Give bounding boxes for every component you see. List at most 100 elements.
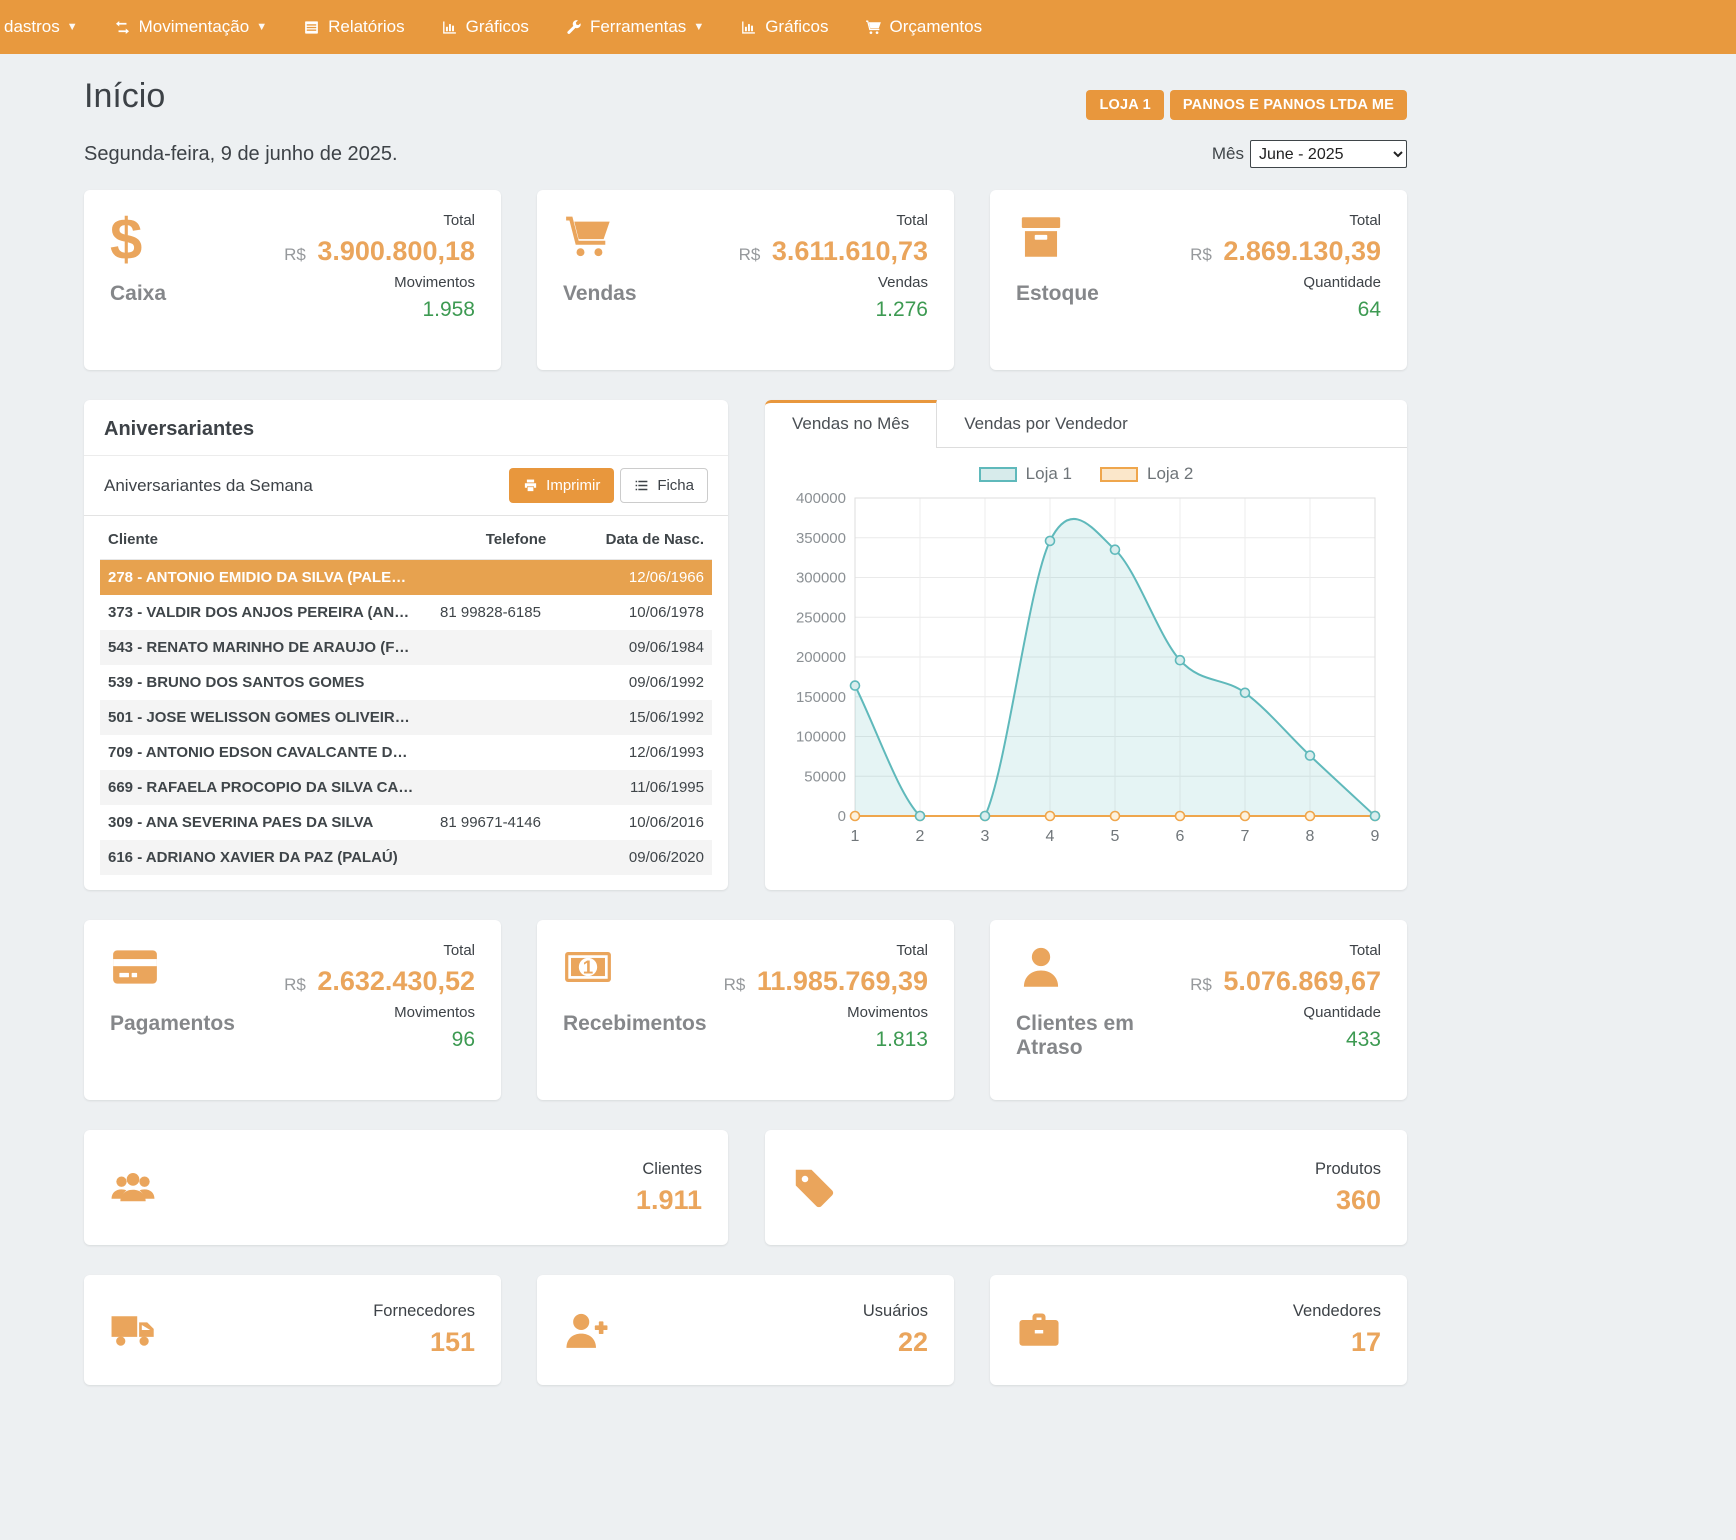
tab-vendas-no-mes[interactable]: Vendas no Mês: [765, 400, 937, 448]
svg-text:5: 5: [1111, 828, 1120, 845]
navbar: dastros▼Movimentação▼RelatóriosGráficosF…: [0, 0, 1736, 54]
cell-cliente: 278 - ANTONIO EMIDIO DA SILVA (PALE…: [108, 569, 440, 586]
count-card-vendedores: Vendedores 17: [990, 1275, 1407, 1385]
user-plus-icon: [563, 1307, 609, 1353]
tab-vendas-por-vendedor[interactable]: Vendas por Vendedor: [937, 400, 1155, 447]
currency-prefix: R$: [739, 245, 761, 264]
header-buttons: LOJA 1 PANNOS E PANNOS LTDA ME: [1086, 90, 1407, 120]
cell-cliente: 501 - JOSE WELISSON GOMES OLIVEIR…: [108, 709, 440, 726]
count-row-small: Fornecedores 151 Usuários 22 Vendedores …: [84, 1275, 1407, 1385]
table-row[interactable]: 373 - VALDIR DOS ANJOS PEREIRA (AN… 81 9…: [100, 595, 712, 630]
stats-row-top: $ Caixa Total R$ 3.900.800,18 Movimentos…: [84, 190, 1407, 370]
table-row[interactable]: 501 - JOSE WELISSON GOMES OLIVEIR… 15/06…: [100, 700, 712, 735]
svg-text:1: 1: [851, 828, 860, 845]
sub-label: Quantidade: [1190, 1004, 1381, 1021]
count-value: 433: [1190, 1028, 1381, 1052]
sub-label: Movimentos: [284, 274, 475, 291]
print-button[interactable]: Imprimir: [509, 468, 614, 503]
table-row[interactable]: 709 - ANTONIO EDSON CAVALCANTE D… 12/06/…: [100, 735, 712, 770]
stat-card-pagamentos: Pagamentos Total R$ 2.632.430,52 Movimen…: [84, 920, 501, 1100]
stat-card-recebimentos: 1 Recebimentos Total R$ 11.985.769,39 Mo…: [537, 920, 954, 1100]
money-bill-icon: 1: [563, 942, 683, 1000]
svg-text:200000: 200000: [796, 649, 846, 666]
count-card-label: Usuários: [863, 1302, 928, 1321]
table-row[interactable]: 539 - BRUNO DOS SANTOS GOMES 09/06/1992: [100, 665, 712, 700]
stat-card-label: Pagamentos: [110, 1012, 230, 1036]
table-row[interactable]: 616 - ADRIANO XAVIER DA PAZ (PALAÚ) 09/0…: [100, 840, 712, 875]
cell-telefone: 81 99828-6185: [440, 604, 592, 621]
cart-icon: [563, 212, 637, 270]
table-row[interactable]: 309 - ANA SEVERINA PAES DA SILVA 81 9967…: [100, 805, 712, 840]
dollar-icon: $: [110, 212, 166, 270]
nav-item-dastros[interactable]: dastros ▼: [0, 0, 96, 54]
sales-panel: Vendas no Mês Vendas por Vendedor Loja 1…: [765, 400, 1407, 890]
print-button-label: Imprimir: [546, 477, 600, 494]
count-card-value: 151: [373, 1327, 475, 1358]
sub-label: Movimentos: [724, 1004, 928, 1021]
cell-cliente: 616 - ADRIANO XAVIER DA PAZ (PALAÚ): [108, 849, 440, 866]
middle-row: Aniversariantes Aniversariantes da Seman…: [84, 400, 1407, 890]
bar-chart-icon: [441, 19, 458, 36]
table-row[interactable]: 543 - RENATO MARINHO DE ARAUJO (F… 09/06…: [100, 630, 712, 665]
sub-label: Vendas: [739, 274, 928, 291]
total-value: R$ 3.611.610,73: [739, 236, 928, 267]
total-value: R$ 11.985.769,39: [724, 966, 928, 997]
count-card-usuarios: Usuários 22: [537, 1275, 954, 1385]
birthdays-subtitle: Aniversariantes da Semana: [104, 476, 313, 496]
navbar-items: dastros▼Movimentação▼RelatóriosGráficosF…: [0, 0, 1000, 54]
birthdays-panel: Aniversariantes Aniversariantes da Seman…: [84, 400, 728, 890]
table-row[interactable]: 278 - ANTONIO EMIDIO DA SILVA (PALE… 12/…: [100, 560, 712, 595]
legend-label: Loja 2: [1147, 464, 1193, 484]
table-header: Cliente Telefone Data de Nasc.: [100, 520, 712, 560]
cell-cliente: 709 - ANTONIO EDSON CAVALCANTE D…: [108, 744, 440, 761]
nav-item-graficos[interactable]: Gráficos: [423, 0, 547, 54]
nav-item-label: Movimentação: [139, 17, 250, 37]
svg-text:1: 1: [583, 956, 593, 977]
nav-item-movimentacao[interactable]: Movimentação ▼: [96, 0, 285, 54]
total-amount: 2.632.430,52: [310, 966, 475, 996]
total-label: Total: [739, 212, 928, 229]
cell-data-nasc: 09/06/2020: [592, 849, 704, 866]
birthdays-toolbar: Aniversariantes da Semana Imprimir Ficha: [84, 456, 728, 516]
cell-data-nasc: 10/06/2016: [592, 814, 704, 831]
nav-item-relatorios[interactable]: Relatórios: [285, 0, 423, 54]
sub-label: Movimentos: [284, 1004, 475, 1021]
month-select[interactable]: June - 2025: [1250, 140, 1407, 168]
chevron-down-icon: ▼: [67, 21, 78, 33]
month-label: Mês: [1212, 144, 1244, 164]
stat-card-label: Caixa: [110, 282, 166, 306]
nav-item-ferramentas[interactable]: Ferramentas▼: [547, 0, 722, 54]
svg-text:7: 7: [1241, 828, 1250, 845]
total-label: Total: [284, 212, 475, 229]
count-card-value: 1.911: [636, 1185, 702, 1216]
currency-prefix: R$: [724, 975, 746, 994]
bar-chart-icon: [740, 19, 757, 36]
page-content: Início LOJA 1 PANNOS E PANNOS LTDA ME Se…: [84, 54, 1407, 1385]
report-icon: [303, 19, 320, 36]
month-selector: Mês June - 2025: [1212, 140, 1407, 168]
company-button[interactable]: PANNOS E PANNOS LTDA ME: [1170, 90, 1407, 120]
page-header: Início LOJA 1 PANNOS E PANNOS LTDA ME: [84, 54, 1407, 120]
stat-card-label: Vendas: [563, 282, 637, 306]
printer-icon: [523, 478, 538, 493]
cell-data-nasc: 12/06/1966: [592, 569, 704, 586]
store-button[interactable]: LOJA 1: [1086, 90, 1163, 120]
date-row: Segunda-feira, 9 de junho de 2025. Mês J…: [84, 140, 1407, 168]
table-row[interactable]: 669 - RAFAELA PROCOPIO DA SILVA CA… 11/0…: [100, 770, 712, 805]
sub-label: Quantidade: [1190, 274, 1381, 291]
svg-text:8: 8: [1306, 828, 1315, 845]
nav-item-label: dastros: [4, 17, 60, 37]
svg-text:9: 9: [1371, 828, 1380, 845]
cell-cliente: 373 - VALDIR DOS ANJOS PEREIRA (AN…: [108, 604, 440, 621]
tag-icon: [791, 1165, 837, 1211]
chart-legend: Loja 1Loja 2: [783, 464, 1389, 484]
cell-data-nasc: 10/06/1978: [592, 604, 704, 621]
ficha-button[interactable]: Ficha: [620, 468, 708, 503]
svg-text:6: 6: [1176, 828, 1185, 845]
date-text: Segunda-feira, 9 de junho de 2025.: [84, 143, 398, 166]
nav-item-graficos[interactable]: Gráficos: [722, 0, 846, 54]
currency-prefix: R$: [284, 245, 306, 264]
chevron-down-icon: ▼: [256, 21, 267, 33]
cell-data-nasc: 11/06/1995: [592, 779, 704, 796]
nav-item-orcamentos[interactable]: Orçamentos: [847, 0, 1001, 54]
